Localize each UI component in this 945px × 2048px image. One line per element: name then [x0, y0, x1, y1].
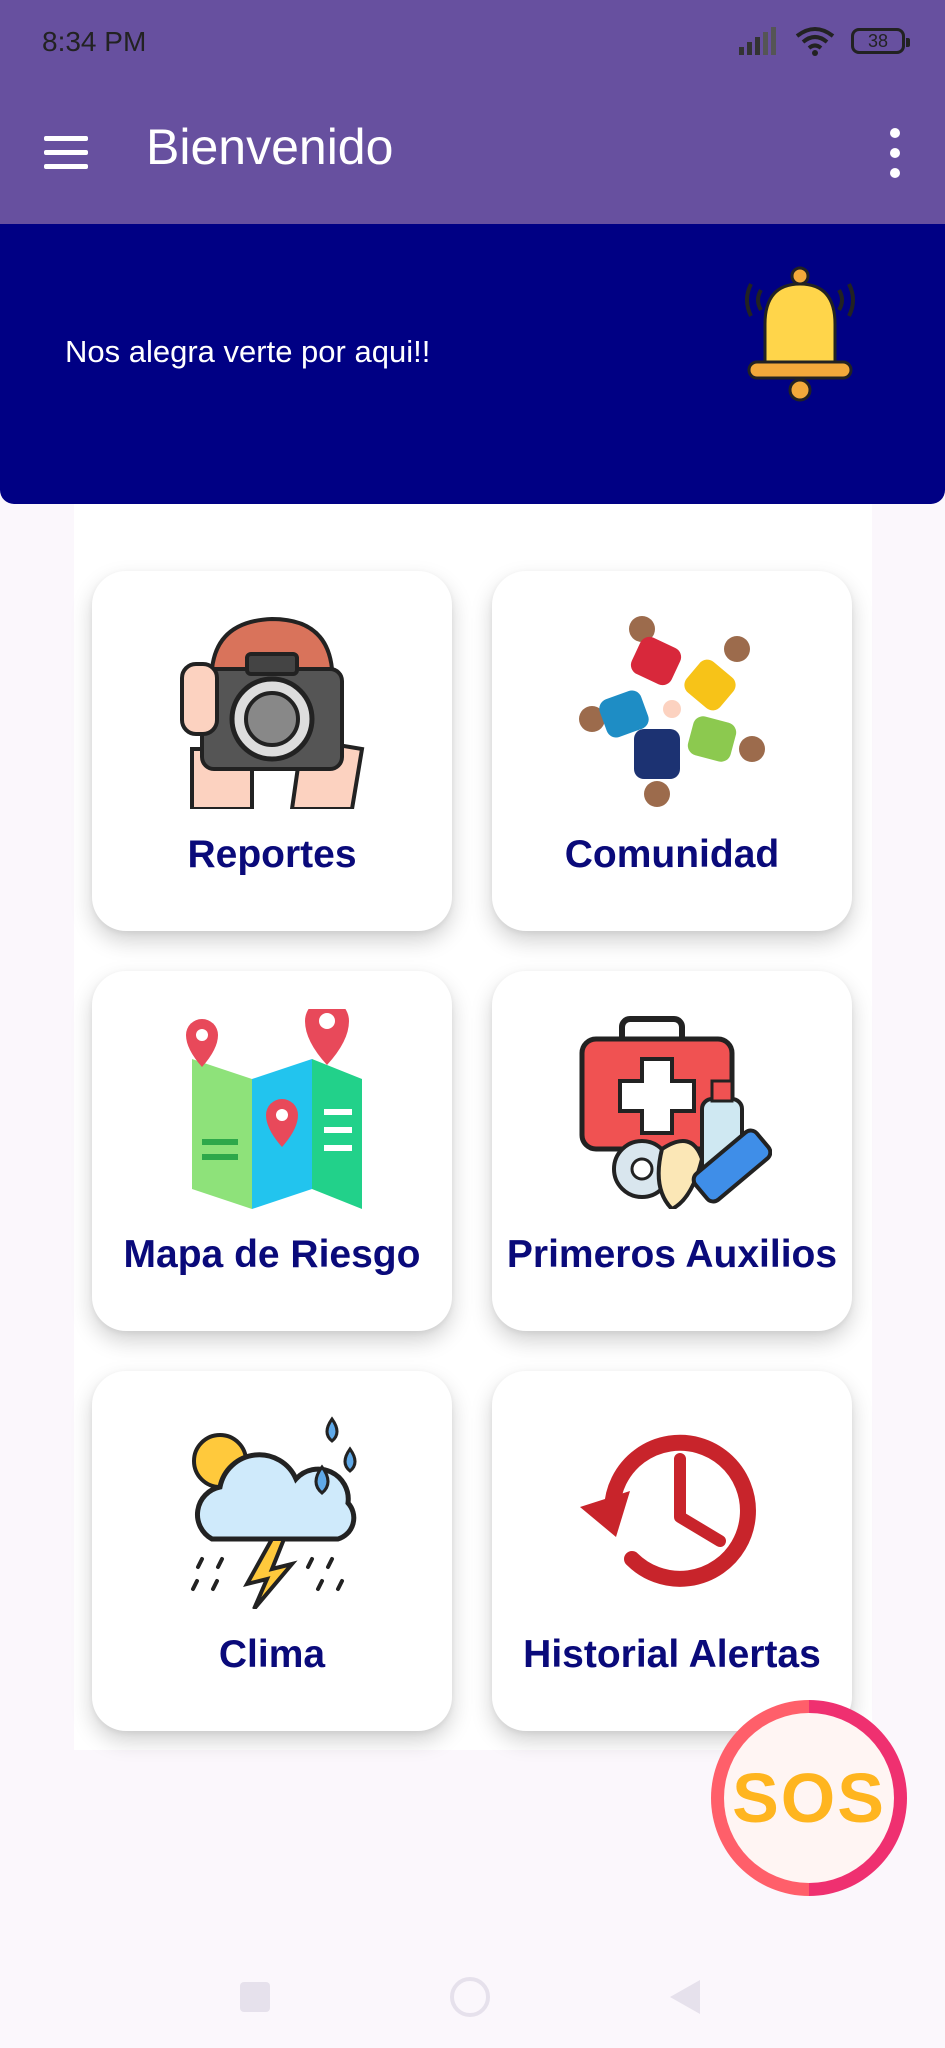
- page-title: Bienvenido: [146, 119, 394, 175]
- card-label: Historial Alertas: [523, 1633, 821, 1676]
- wifi-icon: [795, 27, 835, 56]
- weather-storm-icon: [191, 1416, 357, 1609]
- sos-button-inner: SOS: [724, 1713, 894, 1883]
- card-label: Clima: [218, 1633, 326, 1676]
- system-nav-bar: [0, 1960, 945, 2048]
- more-vert-icon[interactable]: [885, 126, 905, 182]
- battery-indicator: 38: [851, 28, 910, 54]
- card-mapa-de-riesgo[interactable]: Mapa de Riesgo: [92, 971, 452, 1331]
- card-label: Mapa de Riesgo: [123, 1233, 421, 1276]
- risk-map-icon: [186, 1009, 362, 1209]
- status-time: 8:34 PM: [42, 26, 147, 57]
- sos-label: SOS: [732, 1759, 886, 1837]
- home-icon[interactable]: [450, 1977, 490, 2017]
- first-aid-kit-icon: [579, 1016, 772, 1209]
- card-reportes[interactable]: Reportes: [92, 571, 452, 931]
- sos-button[interactable]: SOS: [711, 1700, 907, 1896]
- history-clock-icon: [580, 1434, 756, 1587]
- battery-level: 38: [867, 30, 889, 51]
- card-historial-alertas[interactable]: Historial Alertas: [492, 1371, 852, 1731]
- camera-photographer-icon: [180, 616, 365, 809]
- welcome-message: Nos alegra verte por aqui!!: [65, 334, 431, 369]
- status-icons: 38: [737, 26, 910, 56]
- status-bar: 8:34 PM 38: [0, 0, 945, 88]
- recents-icon[interactable]: [240, 1982, 270, 2012]
- card-label: Reportes: [187, 833, 357, 876]
- back-icon[interactable]: [670, 1980, 700, 2014]
- app-bar: Bienvenido: [0, 88, 945, 224]
- card-clima[interactable]: Clima: [92, 1371, 452, 1731]
- hamburger-menu-icon[interactable]: [40, 128, 92, 180]
- bell-icon[interactable]: [735, 264, 865, 404]
- signal-icon: [739, 27, 776, 55]
- card-label: Comunidad: [564, 833, 780, 876]
- card-comunidad[interactable]: Comunidad: [492, 571, 852, 931]
- community-people-icon: [579, 616, 765, 807]
- card-label: Primeros Auxilios: [506, 1233, 838, 1276]
- card-primeros-auxilios[interactable]: Primeros Auxilios: [492, 971, 852, 1331]
